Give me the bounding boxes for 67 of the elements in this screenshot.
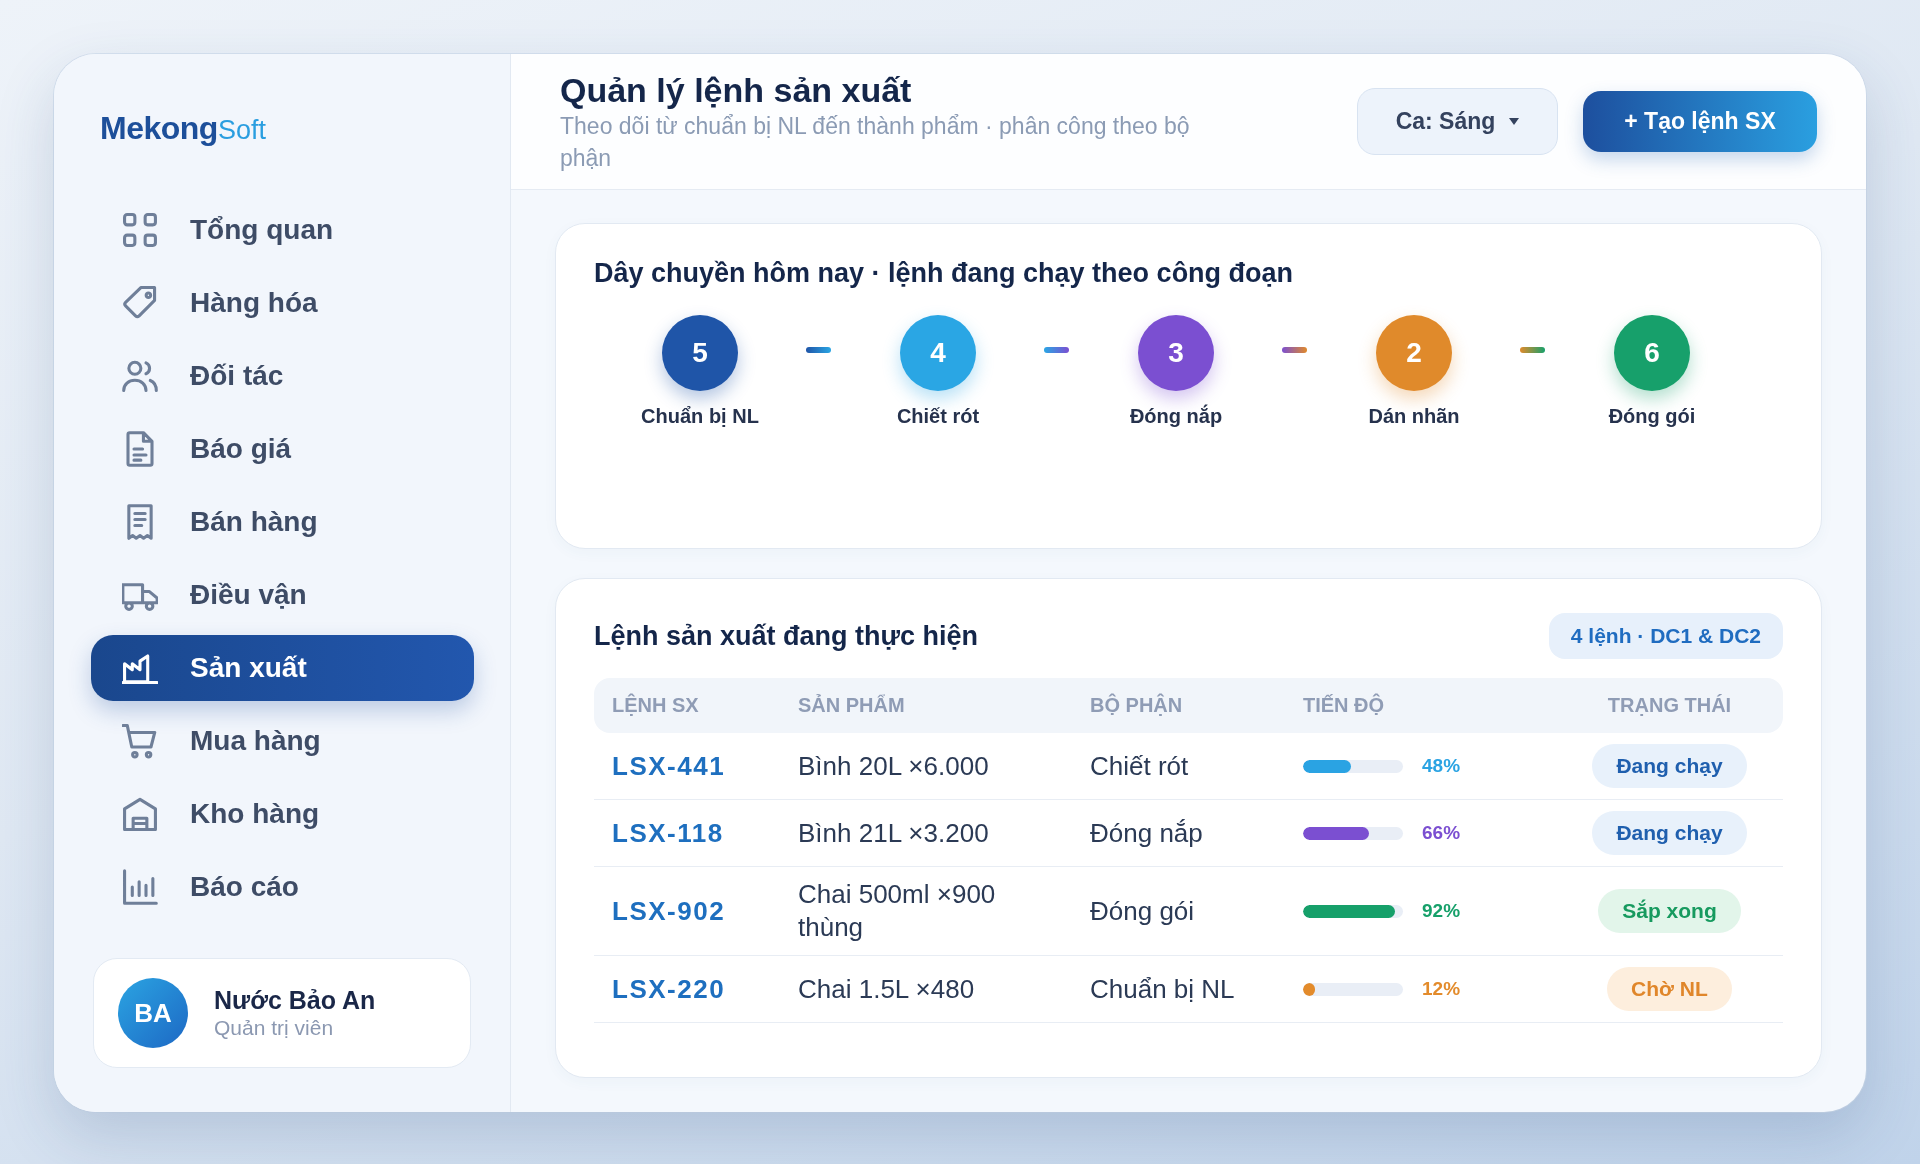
stage-count: 6 [1614, 315, 1690, 391]
column-header: LỆNH SX [611, 694, 700, 717]
avatar: BA [118, 978, 188, 1048]
progress-percent: 48% [1422, 755, 1461, 777]
summary-tag: 4 lệnh · DC1 & DC2 [1548, 613, 1783, 659]
order-id-link[interactable]: LSX-441 [612, 750, 726, 781]
product-name: Chai 500ml ×900 thùng [798, 879, 996, 942]
nav-item[interactable]: Tổng quan [91, 197, 474, 263]
users-icon [122, 358, 158, 394]
product-name: Bình 20L ×6.000 [798, 750, 989, 781]
department-name: Chuẩn bị NL [1090, 973, 1235, 1004]
nav-item[interactable]: Hàng hóa [91, 270, 474, 336]
department-name: Đóng gói [1090, 895, 1195, 926]
stage-count: 3 [1138, 315, 1214, 391]
nav-item[interactable]: Mua hàng [91, 708, 474, 774]
stage-count: 4 [900, 315, 976, 391]
status-pill: Chờ NL [1607, 967, 1732, 1011]
nav-item[interactable]: Đối tác [91, 343, 474, 409]
order-id-link[interactable]: LSX-118 [612, 817, 724, 848]
stage-label: Đóng gói [1608, 404, 1696, 429]
cart-icon [122, 723, 158, 759]
stage-connector [1282, 347, 1307, 353]
nav-item[interactable]: Bán hàng [91, 489, 474, 555]
nav-item[interactable]: Điều vận [91, 562, 474, 628]
warehouse-icon [122, 796, 158, 832]
status-pill: Đang chạy [1592, 811, 1747, 855]
nav-item[interactable]: Sản xuất [91, 635, 474, 701]
pipeline-title: Dây chuyền hôm nay · lệnh đang chạy theo công đoạn [594, 257, 1295, 290]
user-name: Nước Bảo An [214, 985, 376, 1015]
status-pill: Đang chạy [1592, 744, 1747, 788]
order-id-link[interactable]: LSX-220 [612, 973, 726, 1004]
status-pill: Sắp xong [1598, 889, 1741, 933]
shift-dropdown[interactable]: Ca: Sáng [1357, 88, 1558, 155]
tag-icon [122, 285, 158, 321]
orders-title: Lệnh sản xuất đang thực hiện [594, 620, 979, 653]
column-header: SẢN PHẨM [797, 694, 906, 717]
page-title: Quản lý lệnh sản xuất [560, 69, 913, 110]
page-subtitle: Theo dõi từ chuẩn bị NL đến thành phẩm · phân công theo bộ phận [560, 111, 1191, 173]
stage-count: 2 [1376, 315, 1452, 391]
stage-label: Dán nhãn [1368, 404, 1460, 429]
product-name: Chai 1.5L ×480 [798, 973, 975, 1004]
column-header: TRẠNG THÁI [1606, 694, 1733, 717]
order-id-link[interactable]: LSX-902 [612, 895, 726, 926]
nav-item[interactable]: Báo cáo [91, 854, 474, 920]
stage-label: Chiết rót [896, 404, 980, 429]
progress-percent: 66% [1422, 822, 1461, 844]
stage-connector [806, 347, 831, 353]
stage-label: Đóng nắp [1129, 403, 1223, 429]
column-header: BỘ PHẬN [1089, 694, 1184, 717]
stage-count: 5 [662, 315, 738, 391]
nav-item[interactable]: Kho hàng [91, 781, 474, 847]
stage-connector [1044, 347, 1069, 353]
progress-percent: 12% [1422, 978, 1461, 1000]
product-name: Bình 21L ×3.200 [798, 817, 989, 848]
stage-label: Chuẩn bị NL [641, 404, 759, 429]
department-name: Chiết rót [1090, 750, 1189, 781]
user-role: Quản trị viên [214, 1015, 335, 1041]
grid-icon [122, 212, 158, 248]
caret-icon [1509, 118, 1520, 125]
nav-item[interactable]: Báo giá [91, 416, 474, 482]
column-header: TIẾN ĐỘ [1302, 694, 1386, 717]
logo-wordmark: MekongSoft [100, 109, 266, 148]
create-order-button[interactable]: + Tạo lệnh SX [1583, 91, 1817, 152]
progress-percent: 92% [1422, 900, 1461, 922]
stage-connector [1520, 347, 1545, 353]
bar-chart-icon [122, 869, 158, 905]
department-name: Đóng nắp [1090, 817, 1203, 848]
